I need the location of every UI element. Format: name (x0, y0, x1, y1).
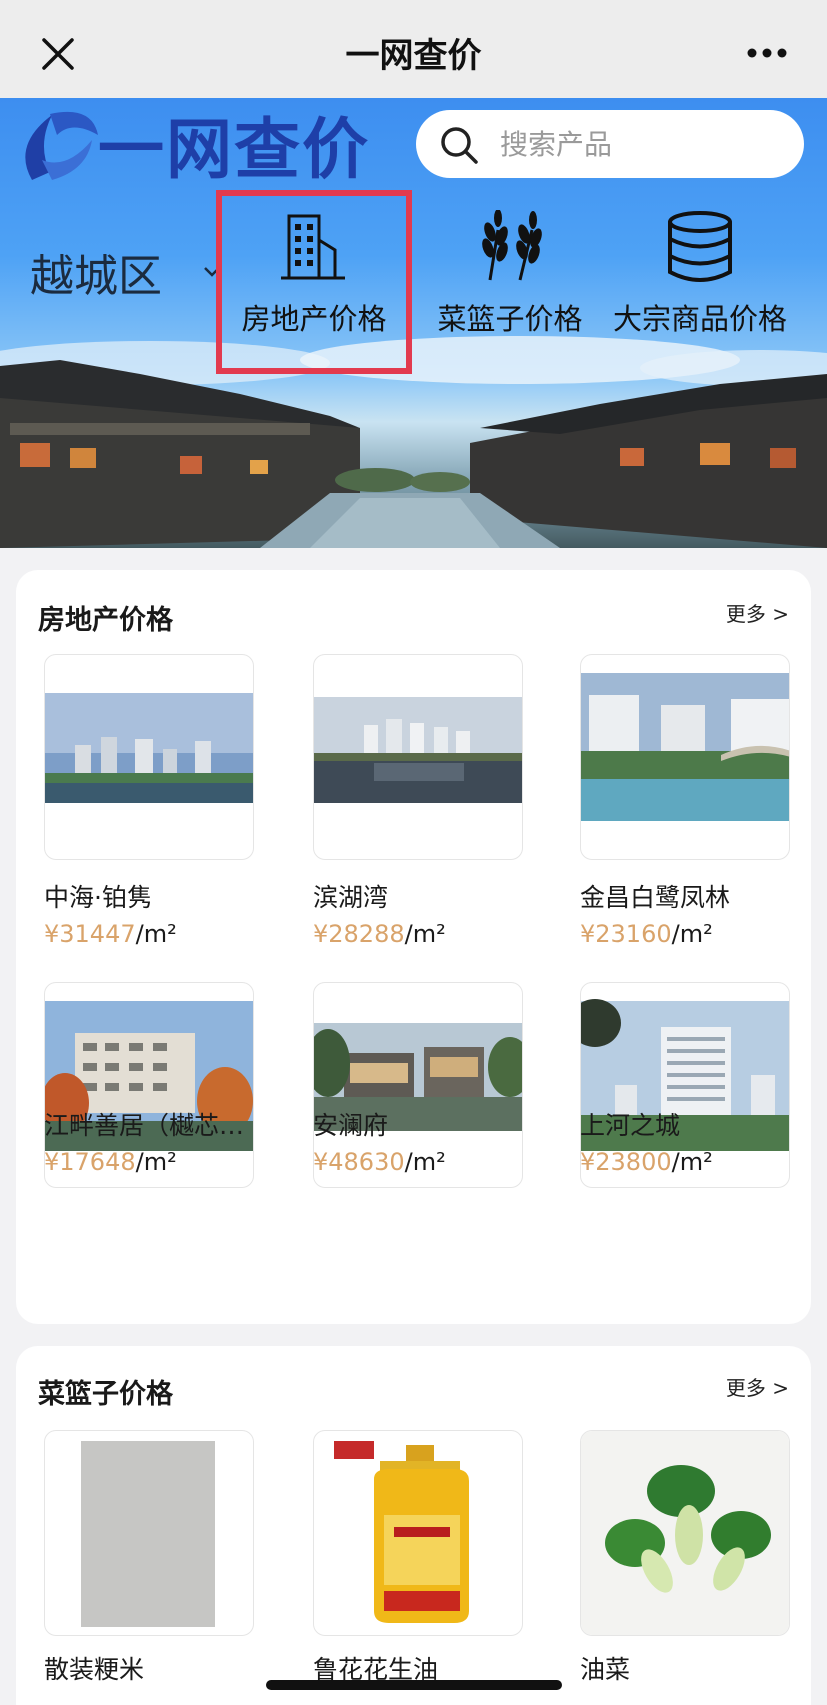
nav-bar: 一网查价 (0, 0, 827, 98)
category-grocery[interactable]: 菜篮子价格 (420, 210, 600, 338)
more-link[interactable]: 更多 > (726, 1372, 789, 1401)
category-label: 大宗商品价格 (612, 302, 787, 336)
hero-banner: 一网查价 越城区 房地产价格 (0, 98, 827, 548)
district-selector[interactable]: 越城区 (30, 240, 162, 304)
product-image[interactable] (580, 1430, 790, 1636)
database-icon (668, 211, 732, 282)
property-name: 上河之城 (580, 1111, 681, 1140)
wheat-icon (482, 210, 542, 281)
real-estate-card: 房地产价格 更多 > 中海·铂隽 ¥31447/m² 滨湖湾 ¥28288/m²… (16, 570, 811, 1324)
property-price: ¥31447/m² (44, 920, 177, 948)
category-commodities[interactable]: 大宗商品价格 (600, 210, 800, 338)
home-indicator[interactable] (266, 1680, 562, 1690)
product-image[interactable] (313, 1430, 523, 1636)
logo-text: 一网查价 (98, 111, 370, 188)
product-name: 油菜 (580, 1655, 631, 1684)
section-title: 房地产价格 (38, 605, 173, 636)
more-link[interactable]: 更多 > (726, 598, 789, 627)
logo-mark (25, 111, 98, 180)
property-price: ¥23800/m² (580, 1148, 713, 1176)
more-options-icon[interactable] (745, 46, 789, 60)
product-image[interactable] (44, 1430, 254, 1636)
property-image[interactable] (313, 654, 523, 860)
property-price: ¥17648/m² (44, 1148, 177, 1176)
category-real-estate[interactable]: 房地产价格 (224, 210, 404, 338)
property-image[interactable] (44, 654, 254, 860)
property-name: 滨湖湾 (313, 883, 389, 912)
property-name: 安澜府 (313, 1111, 389, 1140)
category-label: 菜篮子价格 (437, 302, 583, 336)
property-name: 金昌白鹭凤林 (580, 883, 731, 912)
category-label: 房地产价格 (241, 302, 387, 336)
search-icon (441, 127, 478, 164)
property-price: ¥48630/m² (313, 1148, 446, 1176)
search-bar[interactable] (416, 110, 804, 178)
property-price: ¥28288/m² (313, 920, 446, 948)
property-price: ¥23160/m² (580, 920, 713, 948)
property-image[interactable] (580, 654, 790, 860)
grocery-card: 菜篮子价格 更多 > 散装粳米 鲁花花生油 油菜 (16, 1346, 811, 1705)
building-icon (281, 214, 345, 280)
property-name: 江畔善居（樾芯… (44, 1111, 245, 1140)
search-input[interactable] (500, 120, 780, 168)
product-name: 散装粳米 (44, 1655, 145, 1684)
section-title: 菜篮子价格 (38, 1379, 173, 1410)
property-name: 中海·铂隽 (44, 883, 152, 912)
page-title: 一网查价 (345, 36, 482, 76)
